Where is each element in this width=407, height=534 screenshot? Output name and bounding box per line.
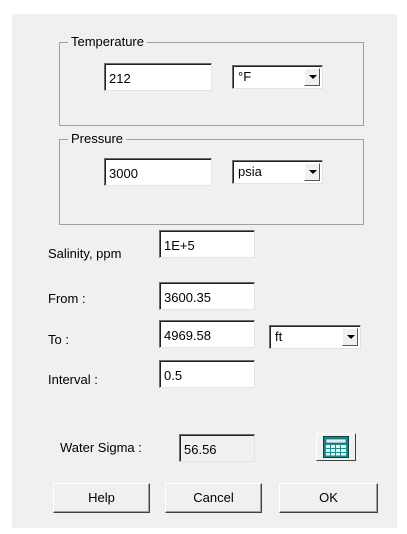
temperature-input[interactable]: [104, 63, 212, 91]
chevron-down-icon[interactable]: [342, 328, 358, 346]
depth-unit-select[interactable]: ft: [269, 325, 361, 349]
to-label: To :: [48, 332, 69, 347]
water-sigma-dialog: Temperature °F Pressure psia Salinity, p…: [12, 14, 397, 528]
interval-label: Interval :: [48, 372, 98, 387]
calculate-button[interactable]: [316, 433, 356, 461]
temperature-unit-value: °F: [238, 69, 252, 84]
help-button[interactable]: Help: [53, 483, 150, 513]
pressure-group: Pressure psia: [59, 131, 364, 225]
chevron-down-icon[interactable]: [304, 68, 320, 86]
pressure-input[interactable]: [104, 158, 212, 186]
temperature-group: Temperature °F: [59, 34, 364, 126]
salinity-input[interactable]: [159, 230, 255, 258]
temperature-unit-select[interactable]: °F: [232, 65, 323, 89]
chevron-down-icon[interactable]: [304, 163, 320, 181]
interval-input[interactable]: [159, 360, 255, 388]
cancel-button[interactable]: Cancel: [165, 483, 262, 513]
depth-unit-value: ft: [275, 329, 283, 344]
water-sigma-output: [179, 434, 255, 462]
to-depth-input[interactable]: [159, 320, 255, 348]
from-depth-input[interactable]: [159, 282, 255, 310]
pressure-unit-select[interactable]: psia: [232, 160, 323, 184]
ok-button[interactable]: OK: [279, 483, 378, 513]
pressure-unit-value: psia: [238, 164, 262, 179]
calculator-icon: [323, 436, 349, 458]
pressure-legend: Pressure: [68, 131, 127, 147]
from-label: From :: [48, 291, 86, 306]
salinity-label: Salinity, ppm: [48, 246, 122, 261]
temperature-legend: Temperature: [68, 34, 147, 50]
water-sigma-label: Water Sigma :: [60, 440, 142, 455]
